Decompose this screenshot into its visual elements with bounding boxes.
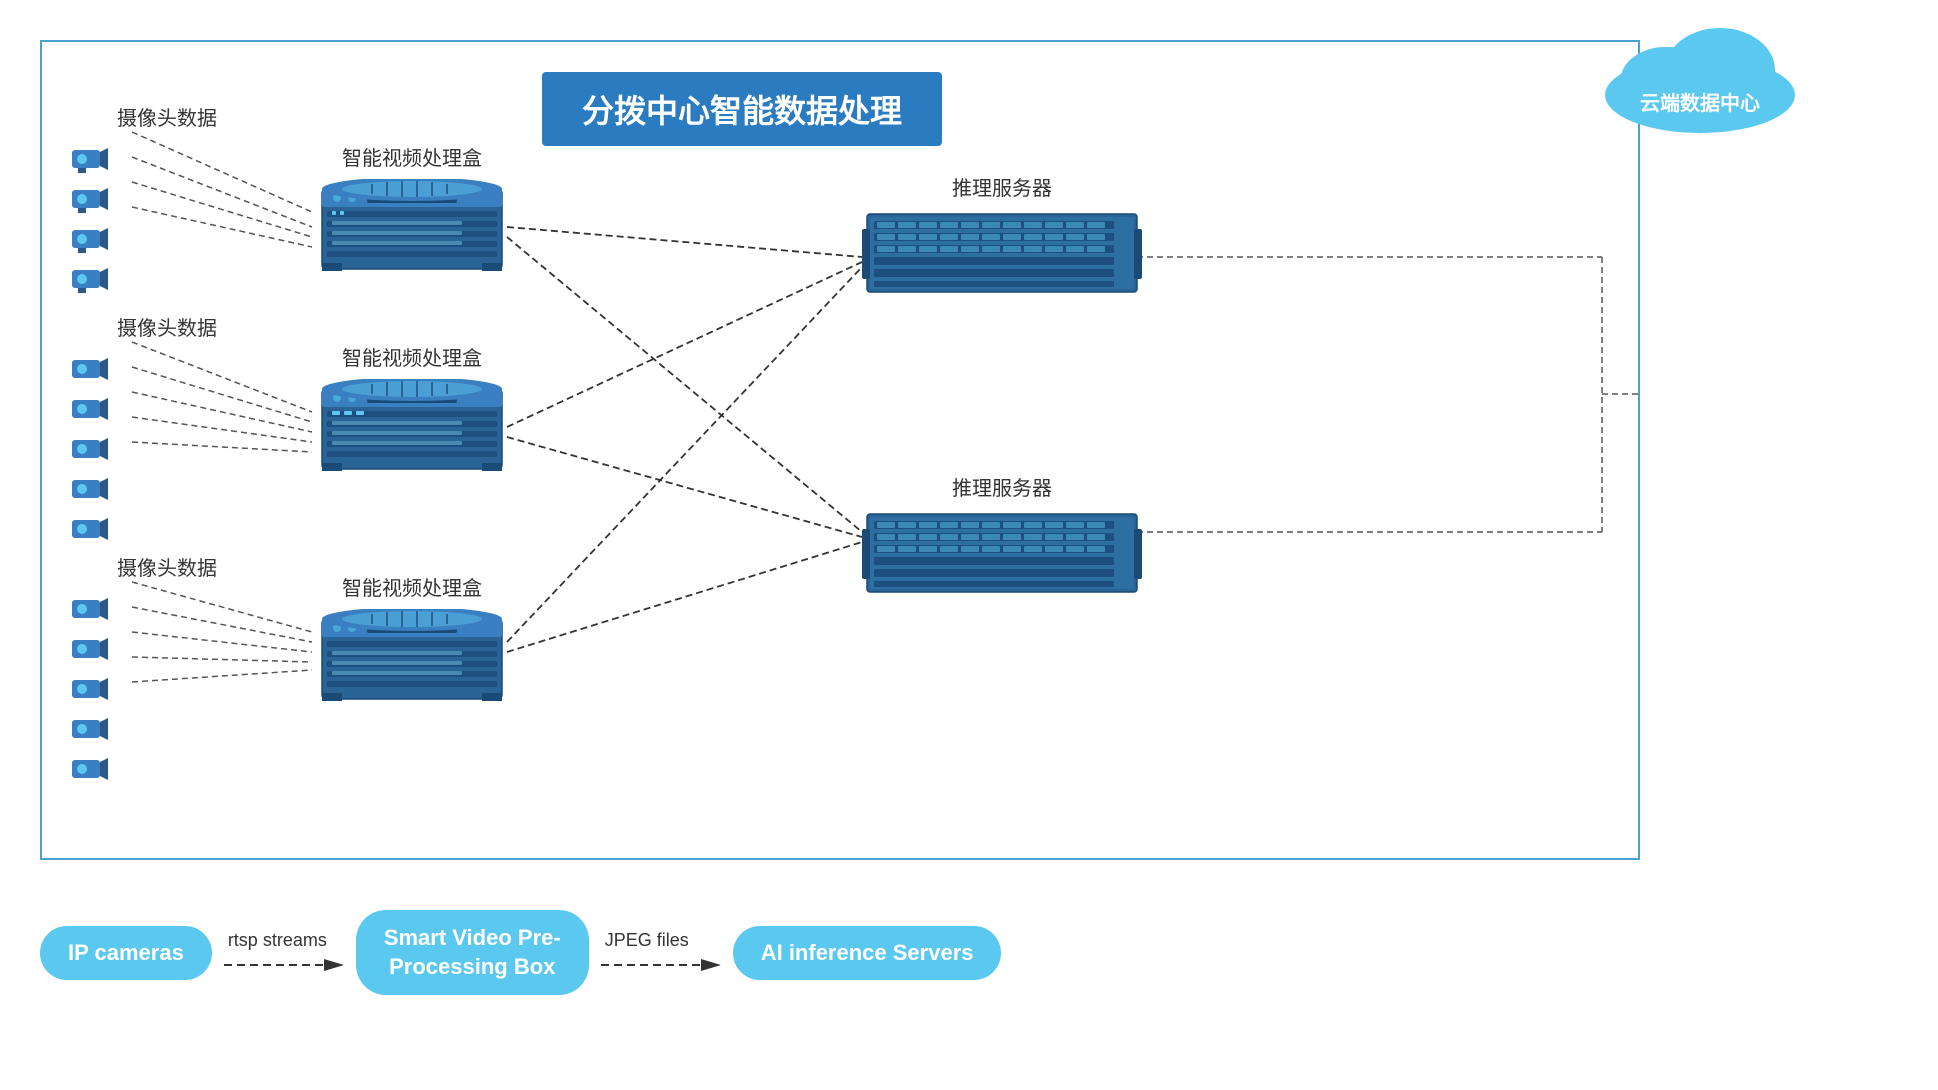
rtsp-dashed-line [224,955,344,975]
rtsp-label: rtsp streams [228,930,327,951]
vpb-1: 智能视频处理盒 [312,142,512,284]
inference-server-1: 推理服务器 [862,172,1142,304]
connection-lines [42,42,1642,862]
ai-servers-pill: AI inference Servers [733,926,1002,980]
bottom-legend: IP cameras rtsp streams Smart Video Pre-… [40,910,1001,995]
camera-group-2: 摄像头数据 [62,312,217,552]
cameras-1 [62,137,112,297]
svg-text:云端数据中心: 云端数据中心 [1640,91,1760,115]
title-banner: 分拨中心智能数据处理 [542,72,942,146]
ip-cameras-pill: IP cameras [40,926,212,980]
jpeg-arrow [601,955,721,975]
vpb-2: 智能视频处理盒 [312,342,512,484]
camera-label-1: 摄像头数据 [117,102,217,131]
vpb-label-1: 智能视频处理盒 [312,142,512,171]
inference-label-2: 推理服务器 [862,472,1142,501]
camera-label-3: 摄像头数据 [117,552,217,581]
inference-rack-1 [862,209,1142,299]
smart-box-pill: Smart Video Pre-Processing Box [356,910,589,995]
rtsp-arrow [224,955,344,975]
jpeg-dashed-line [601,955,721,975]
inference-rack-2 [862,509,1142,599]
cloud-icon: 云端数据中心 [1590,10,1810,140]
vpb-label-3: 智能视频处理盒 [312,572,512,601]
camera-group-3: 摄像头数据 [62,552,217,792]
main-container: 云端数据中心 分拨中心智能数据处理 [40,40,1760,1000]
vpb-2-icon [312,379,512,479]
camera-label-2: 摄像头数据 [117,312,217,341]
jpeg-label: JPEG files [605,930,689,951]
vpb-label-2: 智能视频处理盒 [312,342,512,371]
diagram-box: 分拨中心智能数据处理 [40,40,1640,860]
cameras-3 [62,587,112,787]
vpb-1-icon [312,179,512,279]
jpeg-arrow-container: JPEG files [601,930,721,975]
cloud-container: 云端数据中心 [1590,10,1810,145]
vpb-3: 智能视频处理盒 [312,572,512,714]
camera-group-1: 摄像头数据 [62,102,217,302]
inference-server-2: 推理服务器 [862,472,1142,604]
cameras-2 [62,347,112,547]
rtsp-arrow-container: rtsp streams [224,930,344,975]
vpb-3-icon [312,609,512,709]
inference-label-1: 推理服务器 [862,172,1142,201]
